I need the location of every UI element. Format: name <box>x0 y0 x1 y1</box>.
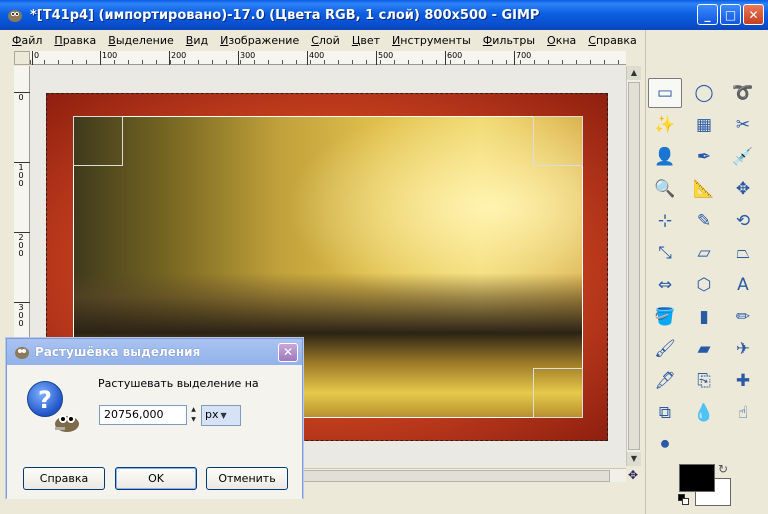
ruler-label: 500 <box>378 51 394 60</box>
dialog-title: Растушёвка выделения <box>35 345 201 359</box>
ruler-label: 0 <box>34 51 40 60</box>
foreground-color-swatch[interactable] <box>679 464 715 492</box>
ok-button-label: OK <box>148 472 164 485</box>
swap-colors-icon[interactable]: ↻ <box>718 462 728 476</box>
rotate-tool-icon[interactable]: ⟲ <box>726 206 760 236</box>
ruler-label: 100 <box>102 51 118 60</box>
blur-tool-icon[interactable]: 💧 <box>687 398 721 428</box>
ruler-label: 700 <box>516 51 532 60</box>
rect-select-tool-icon[interactable]: ▭ <box>648 78 682 108</box>
unit-select[interactable]: px ▼ <box>201 405 241 426</box>
window-title: *[T41p4] (импортировано)-17.0 (Цвета RGB… <box>30 7 540 23</box>
eraser-tool-icon[interactable]: ▰ <box>687 334 721 364</box>
selection-corner-guide <box>533 368 583 418</box>
horizontal-scrollbar[interactable] <box>300 468 626 482</box>
ruler-label: 0 <box>18 93 24 102</box>
ruler-corner-button[interactable] <box>14 51 30 65</box>
ruler-label: 200 <box>18 233 24 258</box>
feather-label: Растушевать выделение на <box>98 377 259 390</box>
zoom-tool-icon[interactable]: 🔍 <box>648 174 682 204</box>
menu-view[interactable]: Вид <box>180 34 214 47</box>
ruler-label: 100 <box>18 163 24 188</box>
measure-tool-icon[interactable]: 📐 <box>687 174 721 204</box>
menu-layer[interactable]: Слой <box>305 34 346 47</box>
feather-selection-dialog: Растушёвка выделения ✕ ? Растушевать выд… <box>6 338 303 499</box>
selection-corner-guide <box>533 116 583 166</box>
dialog-body: ? Растушевать выделение на 20756,000 ▲ ▼ … <box>7 365 302 499</box>
cancel-button[interactable]: Отменить <box>206 467 288 490</box>
blend-tool-icon[interactable]: ▮ <box>687 302 721 332</box>
ruler-label: 400 <box>309 51 325 60</box>
gimp-dialog-icon <box>13 344 31 360</box>
help-button-label: Справка <box>39 472 89 485</box>
flip-tool-icon[interactable]: ⇔ <box>648 270 682 300</box>
maximize-button[interactable]: □ <box>720 4 741 25</box>
color-select-tool-icon[interactable]: ▦ <box>687 110 721 140</box>
scissors-tool-icon[interactable]: ✂ <box>726 110 760 140</box>
ruler-label: 600 <box>447 51 463 60</box>
pencil-tool-icon[interactable]: ✏ <box>726 302 760 332</box>
help-button[interactable]: Справка <box>23 467 105 490</box>
minimize-button[interactable]: _ <box>697 4 718 25</box>
menu-filters[interactable]: Фильтры <box>477 34 541 47</box>
bucket-fill-tool-icon[interactable]: 🪣 <box>648 302 682 332</box>
crop-tool-icon[interactable]: ✎ <box>687 206 721 236</box>
fuzzy-select-tool-icon[interactable]: ✨ <box>648 110 682 140</box>
ruler-label: 300 <box>240 51 256 60</box>
align-tool-icon[interactable]: ⊹ <box>648 206 682 236</box>
wilber-mascot-icon <box>51 409 81 433</box>
navigate-icon[interactable]: ✥ <box>626 468 640 482</box>
perspective-clone-tool-icon[interactable]: ⧉ <box>648 398 682 428</box>
menu-colors[interactable]: Цвет <box>346 34 386 47</box>
clone-tool-icon[interactable]: ⎘ <box>687 366 721 396</box>
scroll-thumb[interactable] <box>300 470 610 482</box>
scale-tool-icon[interactable]: ⤡ <box>648 238 682 268</box>
close-button[interactable]: ✕ <box>743 4 764 25</box>
paths-tool-icon[interactable]: ✒ <box>687 142 721 172</box>
ellipse-select-tool-icon[interactable]: ◯ <box>687 78 721 108</box>
feather-amount-spinner[interactable]: ▲ ▼ <box>188 405 199 425</box>
menu-tools[interactable]: Инструменты <box>386 34 477 47</box>
feather-amount-input[interactable]: 20756,000 <box>99 405 187 425</box>
dodge-burn-tool-icon[interactable]: ⚫ <box>648 430 682 460</box>
unit-select-value: px <box>205 408 219 421</box>
scroll-up-icon[interactable]: ▲ <box>627 66 641 80</box>
menu-help[interactable]: Справка <box>582 34 642 47</box>
foreground-select-tool-icon[interactable]: 👤 <box>648 142 682 172</box>
airbrush-tool-icon[interactable]: ✈ <box>726 334 760 364</box>
cancel-button-label: Отменить <box>218 472 276 485</box>
menu-bar: Файл Правка Выделение Вид Изображение Сл… <box>0 30 645 50</box>
menu-select[interactable]: Выделение <box>102 34 180 47</box>
window-titlebar[interactable]: *[T41p4] (импортировано)-17.0 (Цвета RGB… <box>0 0 768 30</box>
smudge-tool-icon[interactable]: ☝ <box>726 398 760 428</box>
move-tool-icon[interactable]: ✥ <box>726 174 760 204</box>
reset-colors-icon[interactable] <box>678 494 690 506</box>
chevron-down-icon: ▼ <box>220 411 227 420</box>
ink-tool-icon[interactable]: 🖋 <box>648 366 682 396</box>
menu-windows[interactable]: Окна <box>541 34 582 47</box>
free-select-tool-icon[interactable]: ➰ <box>726 78 760 108</box>
horizontal-ruler[interactable]: 0 100 200 300 400 500 600 700 <box>30 51 626 65</box>
vertical-scrollbar[interactable]: ▲ ▼ <box>626 66 641 466</box>
dialog-close-button[interactable]: ✕ <box>278 343 298 362</box>
ruler-label: 300 <box>18 303 24 328</box>
menu-file[interactable]: Файл <box>6 34 48 47</box>
menu-edit[interactable]: Правка <box>48 34 102 47</box>
gimp-app-icon <box>6 6 24 24</box>
paintbrush-tool-icon[interactable]: 🖌 <box>648 334 682 364</box>
menu-image[interactable]: Изображение <box>214 34 305 47</box>
dialog-titlebar[interactable]: Растушёвка выделения ✕ <box>7 339 302 365</box>
text-tool-icon[interactable]: A <box>726 270 760 300</box>
heal-tool-icon[interactable]: ✚ <box>726 366 760 396</box>
ok-button[interactable]: OK <box>115 467 197 490</box>
color-picker-tool-icon[interactable]: 💉 <box>726 142 760 172</box>
cage-transform-tool-icon[interactable]: ⬡ <box>687 270 721 300</box>
selection-corner-guide <box>73 116 123 166</box>
scroll-thumb[interactable] <box>628 82 640 450</box>
perspective-tool-icon[interactable]: ⏢ <box>726 238 760 268</box>
scroll-down-icon[interactable]: ▼ <box>627 452 641 466</box>
shear-tool-icon[interactable]: ▱ <box>687 238 721 268</box>
ruler-label: 200 <box>171 51 187 60</box>
